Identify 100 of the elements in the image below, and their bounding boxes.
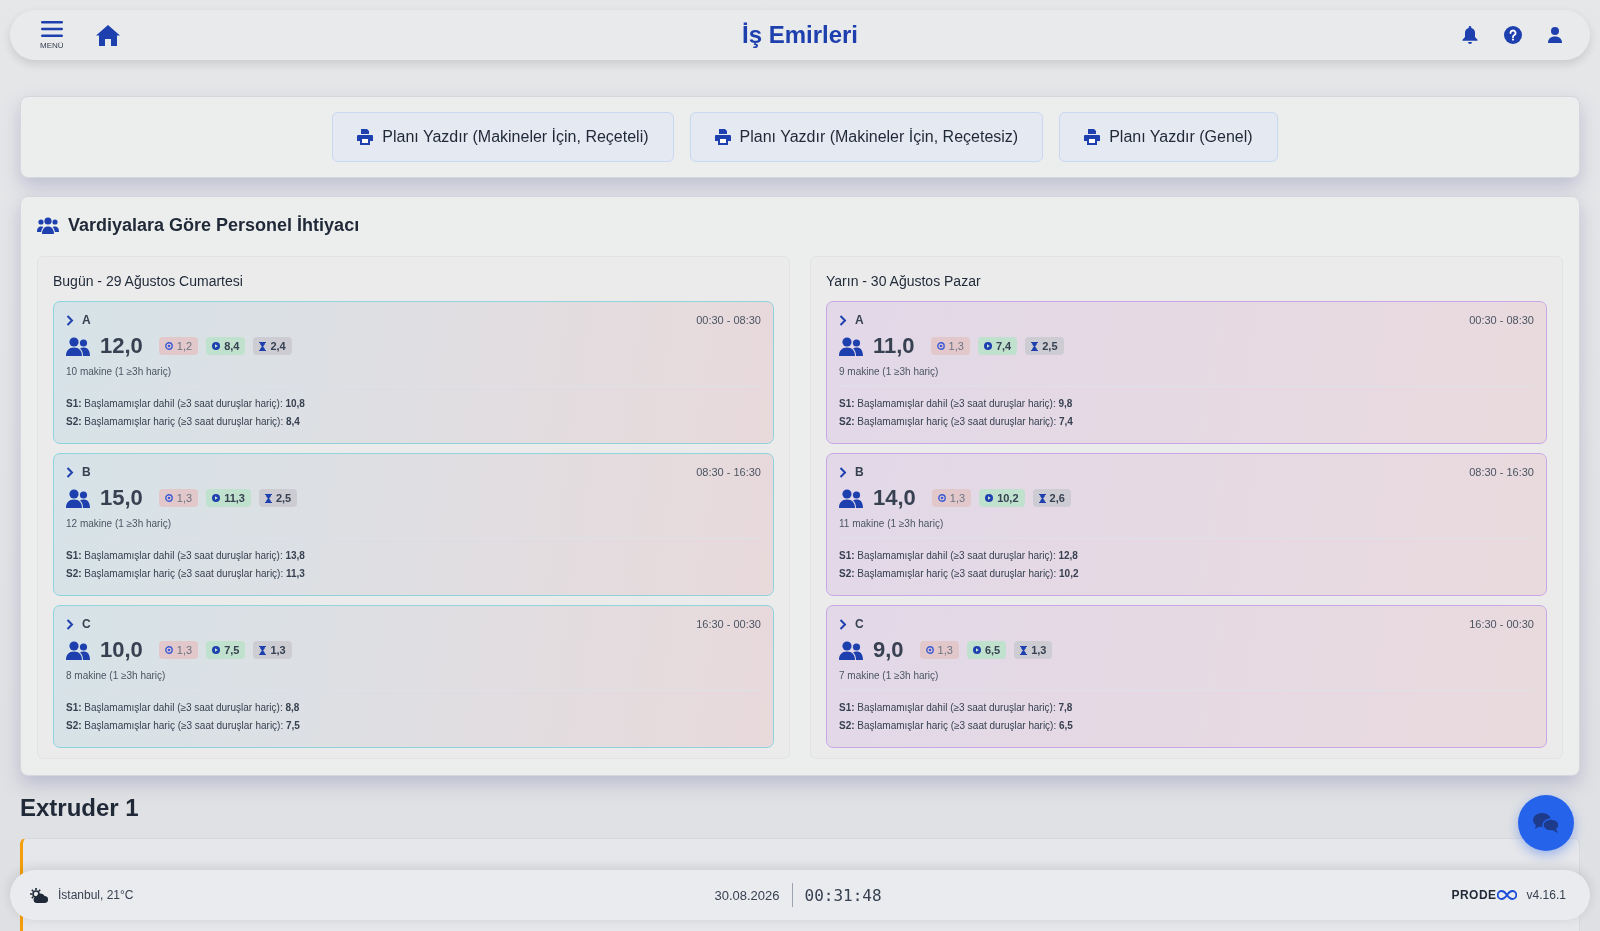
- machine-count: 7 makine (1 ≥3h hariç): [839, 670, 940, 681]
- play-circle-icon: [972, 646, 981, 654]
- page-title: İş Emirleri: [741, 21, 859, 49]
- machine-count: 8 makine (1 ≥3h hariç): [66, 670, 167, 681]
- shift-time: 08:30 - 16:30: [1469, 466, 1534, 478]
- personnel-total: 10,0: [100, 637, 143, 663]
- chevron-icon: [839, 466, 847, 478]
- shift-card[interactable]: B 08:30 - 16:30 14,0 1,3 10,2 2,6 11 makine (1 ≥3h hariç) S1: Başlamamışlar dahil (≥3 saat duruşlar hariç): 12,8 S2: Başlamamışlar hariç (≥3 saat duruşlar hariç): 10,2: [826, 453, 1547, 596]
- people-icon: [66, 488, 90, 508]
- day-title: Yarın - 30 Ağustos Pazar: [826, 273, 982, 289]
- chevron-icon: [66, 618, 74, 630]
- status-badge: 1,3: [930, 337, 970, 355]
- section-title: Vardiyalara Göre Personel İhtiyacı: [68, 215, 360, 236]
- section-heading: Extruder 1: [20, 794, 140, 822]
- scenario-line: S2: Başlamamışlar hariç (≥3 saat duruşlar hariç): 6,5: [839, 719, 1074, 733]
- scenario-line: S2: Başlamamışlar hariç (≥3 saat duruşlar hariç): 7,4: [839, 415, 1074, 429]
- chat-button[interactable]: [1518, 795, 1574, 851]
- scenario-line: S2: Başlamamışlar hariç (≥3 saat duruşlar hariç): 8,4: [66, 415, 301, 429]
- scenario-line: S1: Başlamamışlar dahil (≥3 saat duruşlar hariç): 9,8: [839, 397, 1074, 411]
- shift-time: 08:30 - 16:30: [696, 466, 761, 478]
- personnel-total: 14,0: [873, 485, 916, 511]
- status-badge: 1,3: [931, 489, 972, 507]
- notification-bell-icon[interactable]: [1462, 26, 1478, 44]
- status-badge: 1,2: [158, 337, 199, 355]
- play-circle-icon: [212, 646, 221, 654]
- shift-card[interactable]: A 00:30 - 08:30 12,0 1,2 8,4 2,4 10 makine (1 ≥3h hariç) S1: Başlamamışlar dahil (≥3 saat duruşlar hariç): 10,8 S2: Başlamamışlar hariç (≥3 saat duruşlar hariç): 8,4: [53, 301, 774, 444]
- shift-time: 00:30 - 08:30: [696, 314, 761, 326]
- status-badge: 1,3: [1014, 641, 1053, 659]
- shift-name: C: [82, 617, 91, 631]
- shift-time: 16:30 - 00:30: [696, 618, 761, 630]
- personnel-total: 9,0: [873, 637, 904, 663]
- people-icon: [839, 336, 863, 356]
- chevron-icon: [66, 314, 74, 326]
- scenario-line: S2: Başlamamışlar hariç (≥3 saat duruşlar hariç): 10,2: [839, 567, 1080, 581]
- status-badge: 2,5: [258, 489, 298, 507]
- shift-time: 16:30 - 00:30: [1469, 618, 1534, 630]
- status-badge: 2,5: [1025, 337, 1064, 355]
- scenario-line: S1: Başlamamışlar dahil (≥3 saat duruşlar hariç): 12,8: [839, 549, 1079, 563]
- hourglass-icon: [259, 645, 267, 655]
- shift-name: B: [82, 465, 91, 479]
- people-icon: [66, 336, 90, 356]
- status-badge: 6,5: [966, 641, 1007, 659]
- chevron-icon: [839, 618, 847, 630]
- people-icon: [839, 640, 863, 660]
- people-icon: [66, 640, 90, 660]
- shift-name: A: [82, 313, 91, 327]
- printer-icon: [714, 129, 731, 145]
- version-text: v4.16.1: [1526, 888, 1566, 902]
- shift-card[interactable]: B 08:30 - 16:30 15,0 1,3 11,3 2,5 12 makine (1 ≥3h hariç) S1: Başlamamışlar dahil (≥3 saat duruşlar hariç): 13,8 S2: Başlamamışlar hariç (≥3 saat duruşlar hariç): 11,3: [53, 453, 774, 596]
- stop-circle-icon: [164, 646, 173, 654]
- home-icon[interactable]: [95, 24, 120, 46]
- day-title: Bugün - 29 Ağustos Cumartesi: [53, 273, 244, 289]
- personnel-total: 12,0: [100, 333, 143, 359]
- company-logo: PRODE: [1451, 888, 1517, 902]
- hourglass-icon: [264, 493, 272, 503]
- people-icon: [839, 488, 863, 508]
- play-circle-icon: [983, 342, 992, 350]
- chevron-icon: [839, 314, 847, 326]
- user-icon[interactable]: [1548, 27, 1562, 43]
- print-plan-button[interactable]: Planı Yazdır (Genel): [1059, 112, 1278, 162]
- scenario-line: S2: Başlamamışlar hariç (≥3 saat duruşlar hariç): 11,3: [66, 567, 306, 581]
- printer-icon: [1084, 129, 1101, 145]
- stop-circle-icon: [164, 342, 173, 350]
- chevron-icon: [66, 466, 74, 478]
- status-badge: 2,6: [1032, 489, 1071, 507]
- print-plan-button[interactable]: Planı Yazdır (Makineler İçin, Reçeteli): [332, 112, 674, 162]
- status-badge: 1,3: [158, 641, 199, 659]
- status-badge: 8,4: [206, 337, 246, 355]
- status-badge: 2,4: [253, 337, 292, 355]
- clock-text: 00:31:48: [804, 885, 882, 905]
- machine-count: 11 makine (1 ≥3h hariç): [839, 518, 945, 529]
- play-circle-icon: [212, 342, 221, 350]
- chat-icon: [1533, 812, 1559, 834]
- scenario-line: S1: Başlamamışlar dahil (≥3 saat duruşlar hariç): 7,8: [839, 701, 1074, 715]
- personnel-total: 11,0: [873, 333, 915, 359]
- shift-card[interactable]: A 00:30 - 08:30 11,0 1,3 7,4 2,5 9 makine (1 ≥3h hariç) S1: Başlamamışlar dahil (≥3 saat duruşlar hariç): 9,8 S2: Başlamamışlar hariç (≥3 saat duruşlar hariç): 7,4: [826, 301, 1547, 444]
- shift-card[interactable]: C 16:30 - 00:30 9,0 1,3 6,5 1,3 7 makine (1 ≥3h hariç) S1: Başlamamışlar dahil (≥3 saat duruşlar hariç): 7,8 S2: Başlamamışlar hariç (≥3 saat duruşlar hariç): 6,5: [826, 605, 1547, 748]
- play-circle-icon: [212, 494, 221, 502]
- weather-text: İstanbul, 21°C: [58, 888, 134, 902]
- menu-icon: [40, 20, 63, 37]
- status-badge: 7,4: [977, 337, 1018, 355]
- scenario-line: S1: Başlamamışlar dahil (≥3 saat duruşlar hariç): 8,8: [66, 701, 301, 715]
- shift-card[interactable]: C 16:30 - 00:30 10,0 1,3 7,5 1,3 8 makine (1 ≥3h hariç) S1: Başlamamışlar dahil (≥3 saat duruşlar hariç): 8,8 S2: Başlamamışlar hariç (≥3 saat duruşlar hariç): 7,5: [53, 605, 774, 748]
- hourglass-icon: [1038, 493, 1046, 503]
- shift-name: A: [855, 313, 864, 327]
- print-plan-button[interactable]: Planı Yazdır (Makineler İçin, Reçetesiz): [689, 112, 1044, 162]
- machine-count: 10 makine (1 ≥3h hariç): [66, 366, 172, 377]
- status-badge: 1,3: [253, 641, 292, 659]
- machine-count: 12 makine (1 ≥3h hariç): [66, 518, 172, 529]
- hourglass-icon: [259, 341, 267, 351]
- printer-icon: [357, 129, 374, 145]
- status-badge: 1,3: [919, 641, 959, 659]
- menu-button[interactable]: MENÜ: [40, 20, 64, 50]
- people-icon: [37, 217, 59, 234]
- help-icon[interactable]: [1504, 26, 1522, 44]
- hourglass-icon: [1031, 341, 1039, 351]
- shift-name: B: [855, 465, 864, 479]
- personnel-total: 15,0: [100, 485, 143, 511]
- date-text: 30.08.2026: [714, 887, 780, 903]
- status-badge: 10,2: [979, 489, 1025, 507]
